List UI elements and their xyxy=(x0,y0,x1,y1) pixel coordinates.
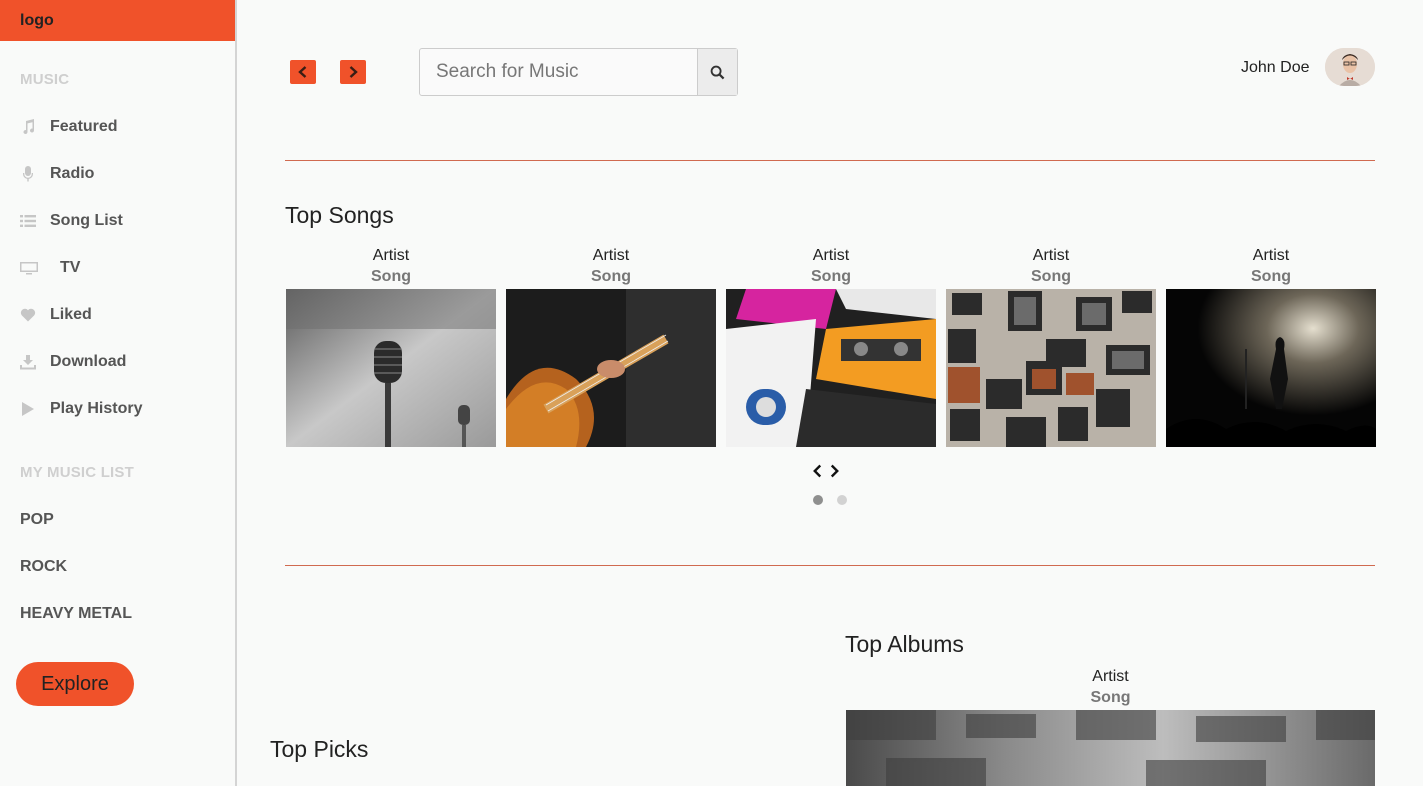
card-artist: Artist xyxy=(1032,247,1070,264)
chevron-left-icon xyxy=(298,66,307,78)
user-name[interactable]: John Doe xyxy=(1241,59,1310,77)
list-icon xyxy=(20,213,36,229)
download-icon xyxy=(20,354,36,370)
card-song: Song xyxy=(811,268,851,285)
sidebar-item-play-history[interactable]: Play History xyxy=(20,397,142,421)
amplifiers-wall-photo[interactable] xyxy=(946,289,1156,447)
sidebar-item-radio[interactable]: Radio xyxy=(20,162,94,186)
carousel-dot[interactable] xyxy=(837,495,847,505)
sidebar-item-label: TV xyxy=(60,259,81,276)
guitar-photo[interactable] xyxy=(506,289,716,447)
card-song: Song xyxy=(1251,268,1291,285)
song-card[interactable]: Artist Song xyxy=(506,246,716,447)
music-section-title: MUSIC xyxy=(20,71,70,88)
sidebar-item-download[interactable]: Download xyxy=(20,350,126,374)
music-note-icon xyxy=(20,119,36,135)
music-list-rock[interactable]: ROCK xyxy=(20,558,67,576)
sidebar-item-label: Play History xyxy=(50,400,143,417)
play-icon xyxy=(20,401,36,417)
sidebar: logo MUSIC Featured Radio Song List TV L… xyxy=(0,0,237,786)
carousel-prev-button[interactable] xyxy=(812,462,823,480)
divider xyxy=(285,565,1375,566)
search-button[interactable] xyxy=(697,49,737,95)
sidebar-item-liked[interactable]: Liked xyxy=(20,303,92,327)
card-artist: Artist xyxy=(1092,668,1129,685)
card-song: Song xyxy=(591,268,631,285)
sidebar-item-featured[interactable]: Featured xyxy=(20,115,118,139)
concert-stage-photo[interactable] xyxy=(1166,289,1376,447)
card-song: Song xyxy=(371,268,411,285)
back-button[interactable] xyxy=(290,60,316,84)
music-list-pop[interactable]: POP xyxy=(20,511,54,529)
card-artist: Artist xyxy=(1252,247,1290,264)
top-songs-title: Top Songs xyxy=(285,202,394,228)
card-song: Song xyxy=(1031,268,1071,285)
sidebar-item-label: Radio xyxy=(50,165,95,182)
carousel-next-button[interactable] xyxy=(829,462,840,480)
card-artist: Artist xyxy=(592,247,630,264)
card-song: Song xyxy=(1090,689,1131,706)
music-list-heavy-metal[interactable]: HEAVY METAL xyxy=(20,605,132,623)
carousel-arrows xyxy=(812,462,840,480)
microphone-icon xyxy=(20,166,36,182)
album-card[interactable]: Artist Song xyxy=(846,667,1375,786)
chevron-left-icon xyxy=(813,464,822,478)
heart-icon xyxy=(20,307,36,323)
song-card[interactable]: Artist Song xyxy=(726,246,936,447)
sidebar-item-tv[interactable]: TV xyxy=(20,256,80,280)
logo[interactable]: logo xyxy=(0,0,235,41)
sidebar-item-label: Liked xyxy=(50,306,92,323)
top-picks-title: Top Picks xyxy=(270,736,369,762)
sidebar-item-label: Song List xyxy=(50,212,123,229)
avatar[interactable] xyxy=(1325,48,1375,86)
explore-button[interactable]: Explore xyxy=(16,662,134,706)
forward-button[interactable] xyxy=(340,60,366,84)
tv-icon xyxy=(20,260,38,276)
microphone-photo[interactable] xyxy=(286,289,496,447)
card-artist: Artist xyxy=(372,247,410,264)
song-card[interactable]: Artist Song xyxy=(946,246,1156,447)
cassette-tapes-photo[interactable] xyxy=(726,289,936,447)
search-icon xyxy=(710,65,725,79)
card-artist: Artist xyxy=(812,247,850,264)
sidebar-item-song-list[interactable]: Song List xyxy=(20,209,123,233)
sidebar-item-label: Featured xyxy=(50,118,118,135)
top-albums-title: Top Albums xyxy=(845,631,964,657)
sidebar-item-label: Download xyxy=(50,353,127,370)
song-card[interactable]: Artist Song xyxy=(1166,246,1376,447)
album-photo[interactable] xyxy=(846,710,1375,786)
song-card[interactable]: Artist Song xyxy=(286,246,496,447)
search-input[interactable] xyxy=(420,49,697,95)
my-music-list-title: MY MUSIC LIST xyxy=(20,464,134,481)
divider xyxy=(285,160,1375,161)
chevron-right-icon xyxy=(349,66,358,78)
carousel-dot-active[interactable] xyxy=(813,495,823,505)
chevron-right-icon xyxy=(830,464,839,478)
search-box xyxy=(419,48,738,96)
